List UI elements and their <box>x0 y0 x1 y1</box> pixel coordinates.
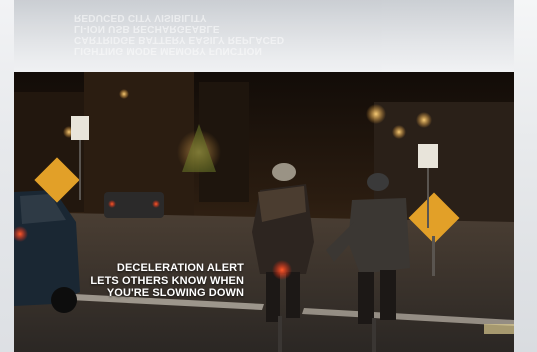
ghost-line: Cartridge battery easily replaced <box>74 34 285 45</box>
street-light <box>119 89 129 99</box>
street-sign <box>71 116 89 140</box>
mirrored-ghost-text: Lighting mode memory function Cartridge … <box>74 12 285 56</box>
road-marking <box>484 324 514 334</box>
distant-taillight <box>108 200 116 208</box>
sign-post <box>427 168 429 228</box>
sign-post <box>79 140 81 200</box>
reflection-band: Lighting mode memory function Cartridge … <box>14 0 514 72</box>
photo-illustration <box>14 72 514 352</box>
car-wheel <box>51 287 77 313</box>
street-light <box>416 112 432 128</box>
night-cyclists-photo: Deceleration alert lets others know when… <box>14 72 514 352</box>
distant-taillight <box>152 200 160 208</box>
street-sign <box>418 144 438 168</box>
photo-caption: Deceleration alert lets others know when… <box>90 262 244 300</box>
ghost-line: Reduced City Visibility <box>74 12 207 23</box>
ghost-line: Li-ion USB rechargeable <box>74 23 220 34</box>
ghost-line: Lighting mode memory function <box>74 45 263 56</box>
street-light <box>366 104 386 124</box>
caption-line: you're slowing down <box>106 287 244 299</box>
right-edge-strip <box>514 0 537 352</box>
caption-line: lets others know when <box>90 274 244 287</box>
caption-line: Deceleration alert <box>116 262 244 274</box>
street-light <box>392 125 406 139</box>
